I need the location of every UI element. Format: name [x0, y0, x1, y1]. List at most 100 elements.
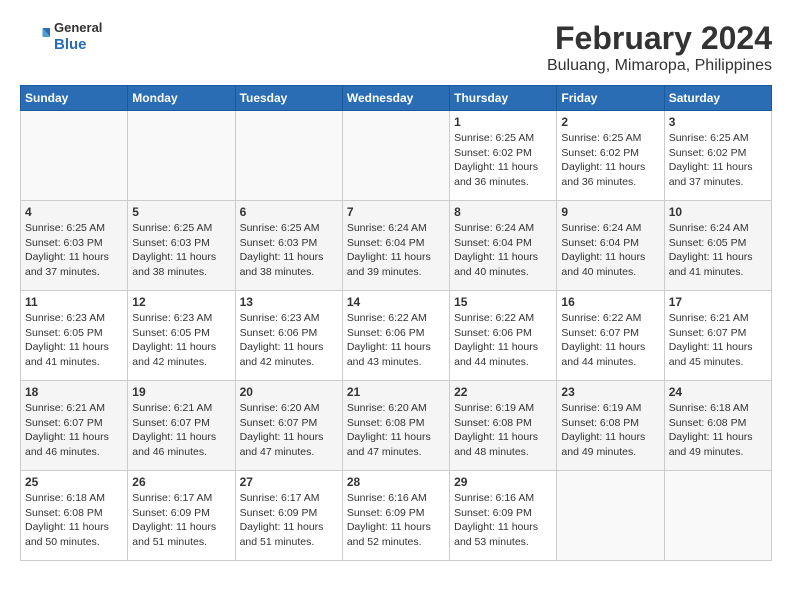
- calendar-week-row: 1 Sunrise: 6:25 AM Sunset: 6:02 PM Daylig…: [21, 111, 772, 201]
- calendar-cell: 29 Sunrise: 6:16 AM Sunset: 6:09 PM Dayli…: [450, 471, 557, 561]
- day-number: 17: [669, 295, 767, 309]
- calendar-cell: 19 Sunrise: 6:21 AM Sunset: 6:07 PM Dayli…: [128, 381, 235, 471]
- day-info: Sunrise: 6:21 AM Sunset: 6:07 PM Dayligh…: [669, 311, 767, 370]
- day-info: Sunrise: 6:17 AM Sunset: 6:09 PM Dayligh…: [240, 491, 338, 550]
- day-number: 25: [25, 475, 123, 489]
- calendar-week-row: 4Sunrise: 6:25 AM Sunset: 6:03 PM Daylig…: [21, 201, 772, 291]
- calendar-cell: 24 Sunrise: 6:18 AM Sunset: 6:08 PM Dayli…: [664, 381, 771, 471]
- calendar-cell: 11 Sunrise: 6:23 AM Sunset: 6:05 PM Dayli…: [21, 291, 128, 381]
- day-info: Sunrise: 6:25 AM Sunset: 6:02 PM Dayligh…: [561, 131, 659, 190]
- day-info: Sunrise: 6:22 AM Sunset: 6:06 PM Dayligh…: [454, 311, 552, 370]
- calendar-cell: [235, 111, 342, 201]
- day-info: Sunrise: 6:25 AM Sunset: 6:02 PM Dayligh…: [454, 131, 552, 190]
- calendar-cell: 25 Sunrise: 6:18 AM Sunset: 6:08 PM Dayli…: [21, 471, 128, 561]
- day-info: Sunrise: 6:24 AM Sunset: 6:05 PM Dayligh…: [669, 221, 767, 280]
- weekday-header-tuesday: Tuesday: [235, 86, 342, 111]
- weekday-header-friday: Friday: [557, 86, 664, 111]
- logo-icon: [20, 22, 50, 52]
- weekday-header-row: SundayMondayTuesdayWednesdayThursdayFrid…: [21, 86, 772, 111]
- calendar-cell: 15Sunrise: 6:22 AM Sunset: 6:06 PM Dayli…: [450, 291, 557, 381]
- day-info: Sunrise: 6:24 AM Sunset: 6:04 PM Dayligh…: [454, 221, 552, 280]
- logo-text: General Blue: [54, 20, 102, 54]
- day-info: Sunrise: 6:23 AM Sunset: 6:05 PM Dayligh…: [132, 311, 230, 370]
- day-number: 10: [669, 205, 767, 219]
- day-number: 23: [561, 385, 659, 399]
- day-number: 22: [454, 385, 552, 399]
- day-info: Sunrise: 6:23 AM Sunset: 6:05 PM Dayligh…: [25, 311, 123, 370]
- calendar-cell: 23 Sunrise: 6:19 AM Sunset: 6:08 PM Dayli…: [557, 381, 664, 471]
- day-number: 20: [240, 385, 338, 399]
- day-number: 13: [240, 295, 338, 309]
- calendar-cell: 20 Sunrise: 6:20 AM Sunset: 6:07 PM Dayli…: [235, 381, 342, 471]
- calendar-cell: 17 Sunrise: 6:21 AM Sunset: 6:07 PM Dayli…: [664, 291, 771, 381]
- day-number: 3: [669, 115, 767, 129]
- day-number: 24: [669, 385, 767, 399]
- day-info: Sunrise: 6:16 AM Sunset: 6:09 PM Dayligh…: [347, 491, 445, 550]
- calendar-cell: 14Sunrise: 6:22 AM Sunset: 6:06 PM Dayli…: [342, 291, 449, 381]
- calendar-week-row: 25 Sunrise: 6:18 AM Sunset: 6:08 PM Dayli…: [21, 471, 772, 561]
- calendar-cell: 4Sunrise: 6:25 AM Sunset: 6:03 PM Daylig…: [21, 201, 128, 291]
- day-info: Sunrise: 6:16 AM Sunset: 6:09 PM Dayligh…: [454, 491, 552, 550]
- calendar-cell: 28 Sunrise: 6:16 AM Sunset: 6:09 PM Dayli…: [342, 471, 449, 561]
- day-info: Sunrise: 6:25 AM Sunset: 6:03 PM Dayligh…: [240, 221, 338, 280]
- day-info: Sunrise: 6:20 AM Sunset: 6:07 PM Dayligh…: [240, 401, 338, 460]
- calendar-week-row: 18 Sunrise: 6:21 AM Sunset: 6:07 PM Dayli…: [21, 381, 772, 471]
- day-number: 11: [25, 295, 123, 309]
- weekday-header-wednesday: Wednesday: [342, 86, 449, 111]
- day-number: 18: [25, 385, 123, 399]
- calendar-cell: 13 Sunrise: 6:23 AM Sunset: 6:06 PM Dayli…: [235, 291, 342, 381]
- day-number: 6: [240, 205, 338, 219]
- calendar-cell: 22 Sunrise: 6:19 AM Sunset: 6:08 PM Dayli…: [450, 381, 557, 471]
- page-subtitle: Buluang, Mimaropa, Philippines: [547, 57, 772, 75]
- day-number: 9: [561, 205, 659, 219]
- calendar-cell: [21, 111, 128, 201]
- calendar-cell: [557, 471, 664, 561]
- day-number: 21: [347, 385, 445, 399]
- calendar-cell: 27Sunrise: 6:17 AM Sunset: 6:09 PM Dayli…: [235, 471, 342, 561]
- day-info: Sunrise: 6:21 AM Sunset: 6:07 PM Dayligh…: [132, 401, 230, 460]
- day-info: Sunrise: 6:19 AM Sunset: 6:08 PM Dayligh…: [561, 401, 659, 460]
- day-number: 19: [132, 385, 230, 399]
- day-info: Sunrise: 6:25 AM Sunset: 6:02 PM Dayligh…: [669, 131, 767, 190]
- day-number: 5: [132, 205, 230, 219]
- calendar-cell: [342, 111, 449, 201]
- day-info: Sunrise: 6:19 AM Sunset: 6:08 PM Dayligh…: [454, 401, 552, 460]
- day-info: Sunrise: 6:18 AM Sunset: 6:08 PM Dayligh…: [669, 401, 767, 460]
- day-info: Sunrise: 6:18 AM Sunset: 6:08 PM Dayligh…: [25, 491, 123, 550]
- day-number: 26: [132, 475, 230, 489]
- calendar-cell: 1 Sunrise: 6:25 AM Sunset: 6:02 PM Daylig…: [450, 111, 557, 201]
- day-number: 7: [347, 205, 445, 219]
- day-number: 16: [561, 295, 659, 309]
- logo-blue: Blue: [54, 36, 102, 54]
- calendar-cell: 26 Sunrise: 6:17 AM Sunset: 6:09 PM Dayli…: [128, 471, 235, 561]
- day-info: Sunrise: 6:21 AM Sunset: 6:07 PM Dayligh…: [25, 401, 123, 460]
- page-header: General Blue February 2024 Buluang, Mima…: [20, 20, 772, 75]
- day-number: 1: [454, 115, 552, 129]
- day-info: Sunrise: 6:25 AM Sunset: 6:03 PM Dayligh…: [25, 221, 123, 280]
- weekday-header-monday: Monday: [128, 86, 235, 111]
- day-info: Sunrise: 6:24 AM Sunset: 6:04 PM Dayligh…: [561, 221, 659, 280]
- calendar-table: SundayMondayTuesdayWednesdayThursdayFrid…: [20, 85, 772, 561]
- day-info: Sunrise: 6:22 AM Sunset: 6:06 PM Dayligh…: [347, 311, 445, 370]
- day-number: 29: [454, 475, 552, 489]
- day-number: 2: [561, 115, 659, 129]
- logo: General Blue: [20, 20, 102, 54]
- calendar-cell: 3 Sunrise: 6:25 AM Sunset: 6:02 PM Daylig…: [664, 111, 771, 201]
- calendar-cell: 21 Sunrise: 6:20 AM Sunset: 6:08 PM Dayli…: [342, 381, 449, 471]
- calendar-cell: 8Sunrise: 6:24 AM Sunset: 6:04 PM Daylig…: [450, 201, 557, 291]
- calendar-cell: 10 Sunrise: 6:24 AM Sunset: 6:05 PM Dayli…: [664, 201, 771, 291]
- calendar-cell: 9 Sunrise: 6:24 AM Sunset: 6:04 PM Daylig…: [557, 201, 664, 291]
- day-number: 28: [347, 475, 445, 489]
- day-info: Sunrise: 6:25 AM Sunset: 6:03 PM Dayligh…: [132, 221, 230, 280]
- calendar-cell: 18 Sunrise: 6:21 AM Sunset: 6:07 PM Dayli…: [21, 381, 128, 471]
- calendar-cell: 16Sunrise: 6:22 AM Sunset: 6:07 PM Dayli…: [557, 291, 664, 381]
- calendar-cell: 12Sunrise: 6:23 AM Sunset: 6:05 PM Dayli…: [128, 291, 235, 381]
- day-info: Sunrise: 6:17 AM Sunset: 6:09 PM Dayligh…: [132, 491, 230, 550]
- calendar-week-row: 11 Sunrise: 6:23 AM Sunset: 6:05 PM Dayli…: [21, 291, 772, 381]
- day-info: Sunrise: 6:20 AM Sunset: 6:08 PM Dayligh…: [347, 401, 445, 460]
- weekday-header-thursday: Thursday: [450, 86, 557, 111]
- calendar-cell: 7Sunrise: 6:24 AM Sunset: 6:04 PM Daylig…: [342, 201, 449, 291]
- logo-general: General: [54, 20, 102, 36]
- calendar-cell: 2 Sunrise: 6:25 AM Sunset: 6:02 PM Daylig…: [557, 111, 664, 201]
- day-info: Sunrise: 6:23 AM Sunset: 6:06 PM Dayligh…: [240, 311, 338, 370]
